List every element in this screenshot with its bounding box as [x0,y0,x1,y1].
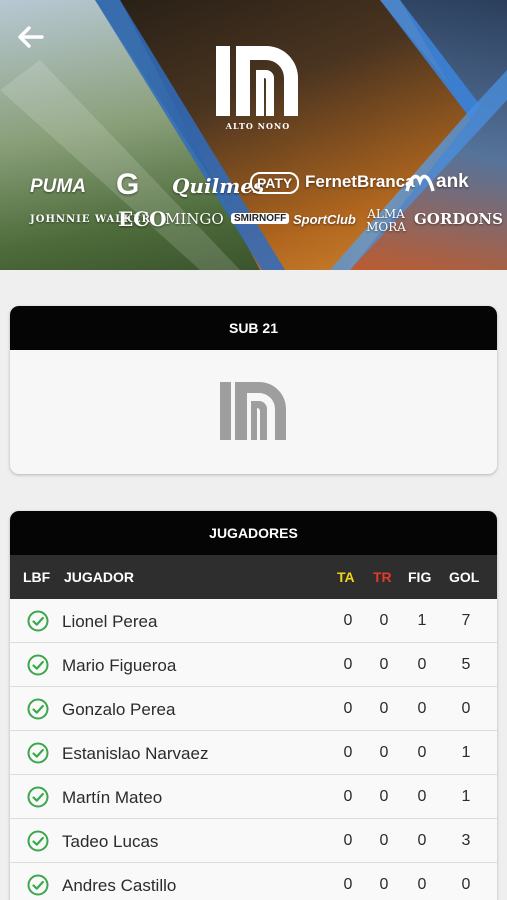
sponsor-logo: ALMA MORA [366,207,406,234]
stat-tr: 0 [379,612,389,629]
check-circle-icon [27,786,49,808]
check-circle-icon [27,610,49,632]
stat-gol: 3 [461,832,471,849]
stat-tr: 0 [379,744,389,761]
column-tr: TR [373,569,392,585]
stat-fig: 0 [417,876,427,893]
stat-ta: 0 [343,744,353,761]
check-circle-icon [27,874,49,896]
stat-tr: 0 [379,876,389,893]
sponsor-logo: PATY [250,172,300,194]
stat-ta: 0 [343,788,353,805]
sponsor-logo: PUMA [30,176,86,197]
stat-gol: 1 [461,788,471,805]
ank-logo-icon [405,174,435,192]
column-fig: FIG [408,569,432,585]
table-row[interactable]: Andres Castillo 0 0 0 0 [10,863,497,900]
column-gol: GOL [449,569,480,585]
players-table-body: Lionel Perea 0 0 1 7 Mario Figueroa 0 0 0 5 Gonzal… [10,599,497,900]
player-name: Lionel Perea [62,612,158,631]
player-name: Martín Mateo [62,788,163,807]
stat-tr: 0 [379,700,389,717]
stat-gol: 1 [461,744,471,761]
stat-fig: 0 [417,788,427,805]
sponsor-logo: FernetBranca [305,172,415,191]
club-logo-caption: ALTO NONO [225,121,291,131]
check-circle-icon [27,698,49,720]
stat-tr: 0 [379,788,389,805]
table-row[interactable]: Lionel Perea 0 0 1 7 [10,599,497,643]
stat-fig: 0 [417,744,427,761]
sponsor-logo: G [116,168,140,201]
sponsor-logo: ank [436,171,469,192]
sponsor-logo: ECO [118,207,167,231]
player-name: Gonzalo Perea [62,700,176,719]
category-card: SUB 21 [10,306,497,474]
check-circle-icon [27,830,49,852]
stat-gol: 0 [461,876,471,893]
column-player: JUGADOR [64,569,135,585]
club-logo [220,382,286,440]
players-title: JUGADORES [10,511,497,555]
stat-ta: 0 [343,700,353,717]
stat-fig: 1 [417,612,427,629]
sponsor-logo: MINGO [165,210,224,228]
sponsor-logo: GORDONS [414,210,503,228]
check-circle-icon [27,654,49,676]
players-card: JUGADORES LBF JUGADOR TA TR FIG GOL Lion… [10,511,497,900]
table-row[interactable]: Tadeo Lucas 0 0 0 3 [10,819,497,863]
stat-fig: 0 [417,656,427,673]
sponsor-logo: SMIRNOFF [231,213,290,224]
stat-gol: 5 [461,656,471,673]
stat-ta: 0 [343,656,353,673]
sponsor-logo: SportClub [293,212,356,227]
stat-gol: 0 [461,700,471,717]
club-logo [216,46,298,116]
column-ta: TA [337,569,355,585]
table-row[interactable]: Estanislao Narvaez 0 0 0 1 [10,731,497,775]
back-button[interactable] [14,20,48,54]
category-title: SUB 21 [10,306,497,350]
table-row[interactable]: Martín Mateo 0 0 0 1 [10,775,497,819]
column-lbf: LBF [23,569,51,585]
players-table-header: LBF JUGADOR TA TR FIG GOL [10,555,497,599]
player-name: Estanislao Narvaez [62,744,209,763]
player-name: Mario Figueroa [62,656,177,675]
stat-tr: 0 [379,832,389,849]
table-row[interactable]: Mario Figueroa 0 0 0 5 [10,643,497,687]
table-row[interactable]: Gonzalo Perea 0 0 0 0 [10,687,497,731]
check-circle-icon [27,742,49,764]
player-name: Tadeo Lucas [62,832,159,851]
stat-fig: 0 [417,700,427,717]
stat-ta: 0 [343,876,353,893]
stat-gol: 7 [461,612,471,629]
player-name: Andres Castillo [62,876,177,895]
stat-tr: 0 [379,656,389,673]
stat-fig: 0 [417,832,427,849]
arrow-left-icon [18,26,44,48]
stat-ta: 0 [343,612,353,629]
hero-banner: ALTO NONO PUMA G Quilmes PATY FernetBran… [0,0,507,270]
stat-ta: 0 [343,832,353,849]
